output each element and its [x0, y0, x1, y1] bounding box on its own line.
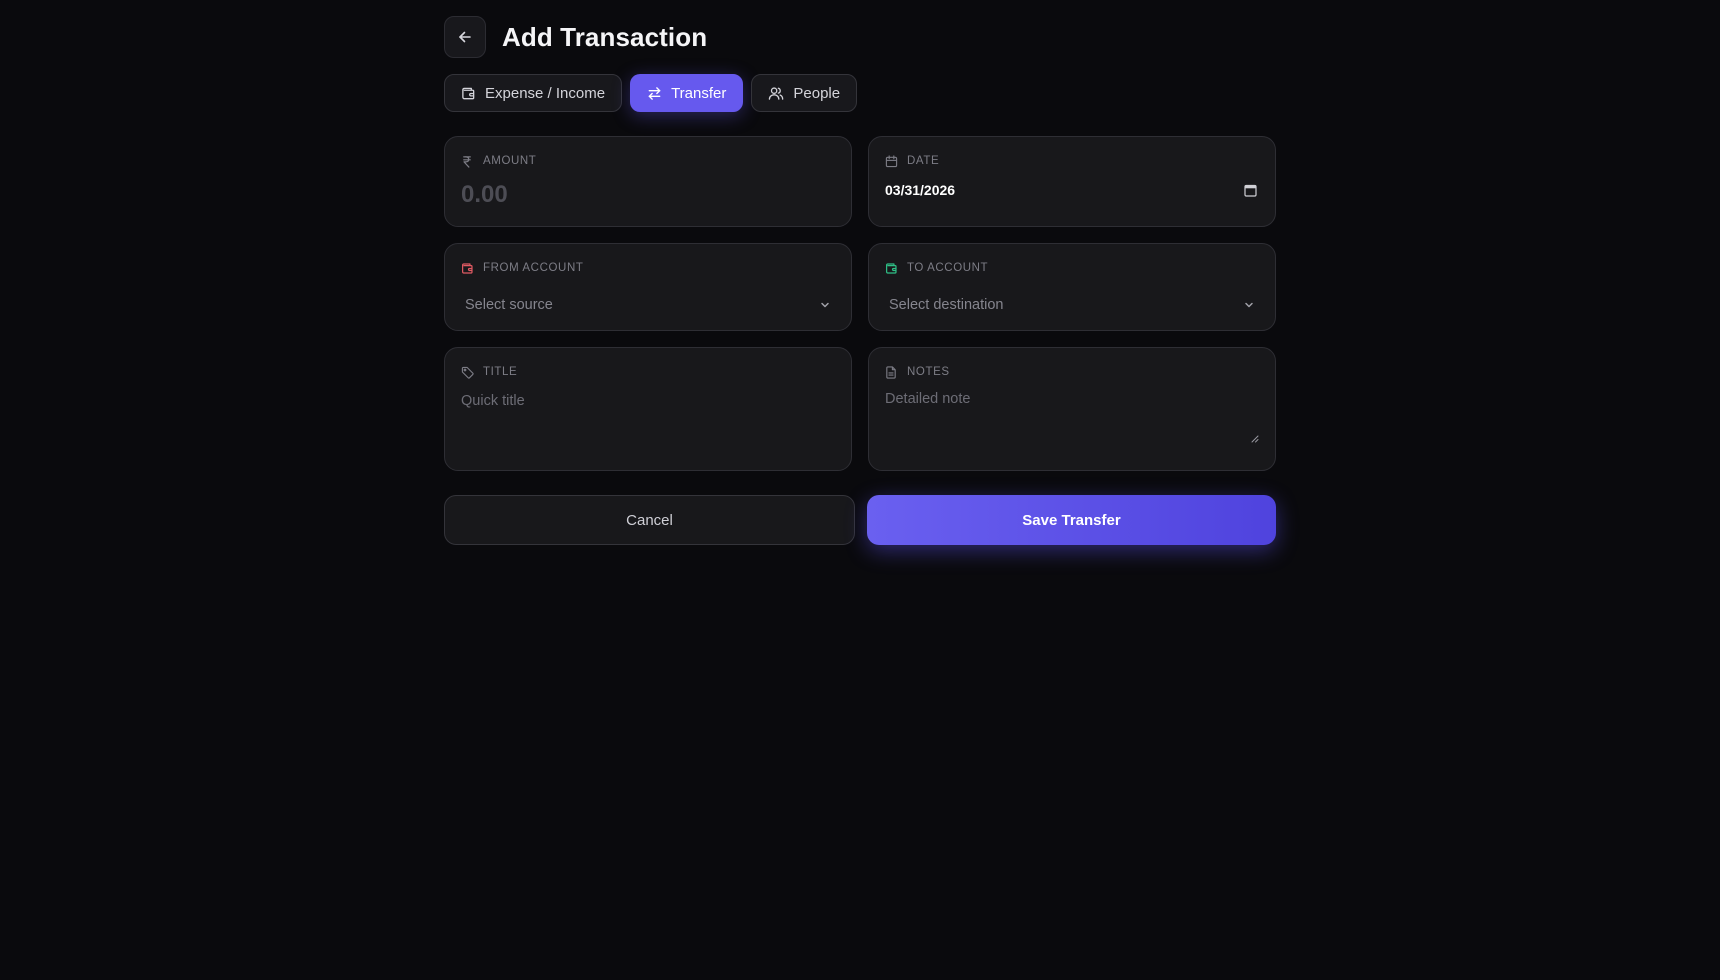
date-input[interactable]: 03/31/2026 — [885, 182, 1259, 198]
wallet-icon — [885, 261, 899, 275]
arrows-swap-icon — [647, 86, 662, 101]
title-input[interactable]: Quick title — [461, 393, 835, 409]
amount-field[interactable]: AMOUNT 0.00 — [444, 136, 852, 227]
document-icon — [885, 365, 899, 379]
title-field[interactable]: TITLE Quick title — [444, 347, 852, 471]
to-account-label: TO ACCOUNT — [885, 260, 1259, 276]
cancel-button[interactable]: Cancel — [444, 495, 855, 545]
date-value: 03/31/2026 — [885, 182, 956, 198]
wallet-icon — [461, 261, 475, 275]
chevron-down-icon — [1243, 299, 1255, 311]
arrow-left-icon — [457, 29, 473, 45]
rupee-icon — [461, 154, 475, 168]
back-button[interactable] — [444, 16, 486, 58]
page-title: Add Transaction — [502, 21, 708, 52]
notes-textarea[interactable]: Detailed note — [885, 391, 1259, 407]
from-account-label: FROM ACCOUNT — [461, 260, 835, 276]
to-account-select[interactable]: Select destination — [885, 290, 1259, 320]
amount-label: AMOUNT — [461, 153, 835, 169]
date-label: DATE — [885, 153, 1259, 169]
tab-label: People — [793, 84, 841, 102]
resize-handle-icon[interactable] — [1251, 430, 1259, 448]
tab-label: Transfer — [671, 84, 727, 102]
add-transaction-page: Add Transaction Expense / Income Transfe… — [444, 16, 1276, 545]
to-account-value: Select destination — [889, 297, 1004, 313]
transfer-form: AMOUNT 0.00 DATE 03/31/2026 FROM ACCOUNT… — [444, 136, 1276, 471]
page-header: Add Transaction — [444, 16, 1276, 58]
chevron-down-icon — [819, 299, 831, 311]
tab-transfer[interactable]: Transfer — [630, 74, 744, 112]
tab-label: Expense / Income — [485, 84, 606, 102]
amount-input[interactable]: 0.00 — [461, 181, 835, 209]
from-account-select[interactable]: Select source — [461, 290, 835, 320]
from-account-field[interactable]: FROM ACCOUNT Select source — [444, 243, 852, 331]
wallet-icon — [461, 86, 476, 101]
tab-people[interactable]: People — [751, 74, 858, 112]
date-field[interactable]: DATE 03/31/2026 — [868, 136, 1276, 227]
save-transfer-button[interactable]: Save Transfer — [867, 495, 1276, 545]
from-account-value: Select source — [465, 297, 553, 313]
transaction-type-tabs: Expense / Income Transfer People — [444, 74, 1276, 112]
title-label: TITLE — [461, 364, 835, 380]
calendar-picker-icon[interactable] — [1244, 184, 1257, 197]
tag-icon — [461, 365, 475, 379]
to-account-field[interactable]: TO ACCOUNT Select destination — [868, 243, 1276, 331]
form-actions: Cancel Save Transfer — [444, 495, 1276, 545]
calendar-icon — [885, 154, 899, 168]
notes-field[interactable]: NOTES Detailed note — [868, 347, 1276, 471]
tab-expense-income[interactable]: Expense / Income — [444, 74, 623, 112]
users-icon — [768, 86, 784, 101]
notes-label: NOTES — [885, 364, 1259, 380]
